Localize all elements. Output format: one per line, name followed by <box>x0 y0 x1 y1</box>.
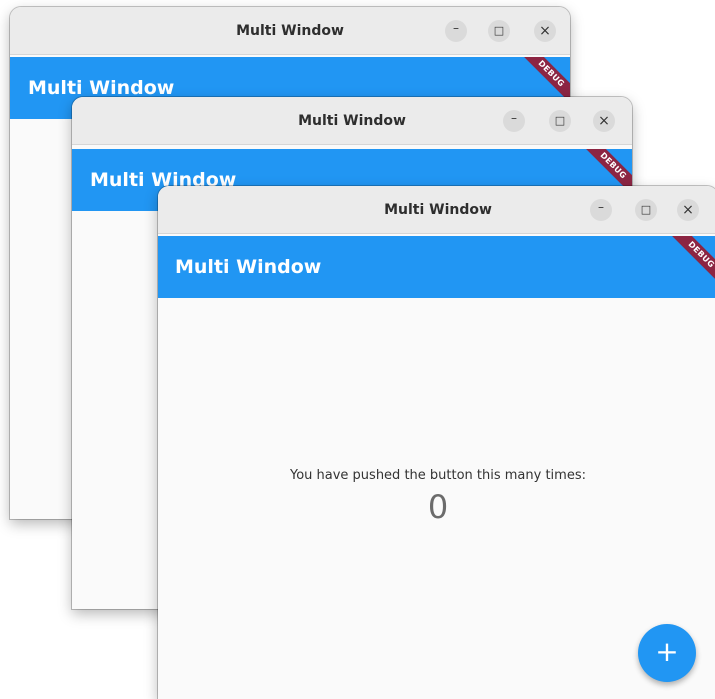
minimize-icon[interactable]: – <box>503 110 525 132</box>
counter-value: 0 <box>427 488 449 526</box>
close-icon[interactable]: × <box>677 199 699 221</box>
window-front[interactable]: Multi Window – □ × Multi Window DEBUG Yo… <box>158 186 715 699</box>
title-bar[interactable]: Multi Window – □ × <box>158 186 715 234</box>
close-icon[interactable]: × <box>593 110 615 132</box>
close-icon[interactable]: × <box>534 20 556 42</box>
counter-label: You have pushed the button this many tim… <box>289 468 586 483</box>
maximize-icon[interactable]: □ <box>488 20 510 42</box>
window-title: Multi Window <box>236 23 344 39</box>
window-content: You have pushed the button this many tim… <box>158 298 715 699</box>
title-bar[interactable]: Multi Window – □ × <box>10 7 570 55</box>
minimize-icon[interactable]: – <box>590 199 612 221</box>
debug-banner: DEBUG <box>660 236 715 296</box>
window-title: Multi Window <box>384 202 492 218</box>
app-bar-title: Multi Window <box>175 256 322 278</box>
window-title: Multi Window <box>298 113 406 129</box>
title-bar[interactable]: Multi Window – □ × <box>72 97 632 145</box>
minimize-icon[interactable]: – <box>445 20 467 42</box>
app-bar: Multi Window DEBUG <box>158 236 715 298</box>
add-icon: + <box>655 635 679 668</box>
maximize-icon[interactable]: □ <box>549 110 571 132</box>
increment-button[interactable]: + <box>638 624 696 682</box>
maximize-icon[interactable]: □ <box>635 199 657 221</box>
